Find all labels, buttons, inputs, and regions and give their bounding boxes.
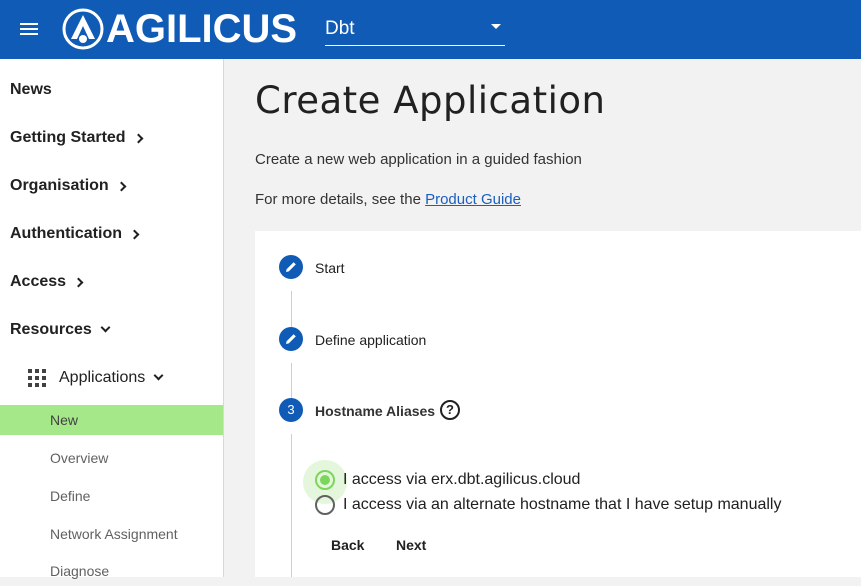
more-details-text: For more details, see the Product Guide [255, 191, 521, 208]
more-details-prefix: For more details, see the [255, 191, 426, 208]
nav-authentication[interactable]: Authentication [10, 225, 140, 243]
nav-organisation[interactable]: Organisation [10, 177, 127, 195]
nav-sub-overview[interactable]: Overview [0, 443, 223, 473]
chevron-right-icon [116, 181, 127, 191]
edit-pencil-icon [286, 262, 296, 272]
chevron-right-icon [133, 133, 144, 143]
step-3-label[interactable]: Hostname Aliases [315, 403, 435, 419]
nav-resources[interactable]: Resources [10, 321, 111, 339]
step-2-edit-icon[interactable] [279, 327, 303, 351]
nav-sub-define[interactable]: Define [0, 481, 223, 511]
nav-resources-label: Resources [10, 321, 92, 338]
nav-access-label: Access [10, 273, 67, 290]
radio-option-default-host-label: I access via erx.dbt.agilicus.cloud [343, 471, 581, 488]
nav-getting-started[interactable]: Getting Started [10, 129, 144, 147]
help-circle-icon[interactable]: ? [440, 400, 460, 420]
nav-getting-started-label: Getting Started [10, 129, 126, 146]
step-2-label[interactable]: Define application [315, 332, 426, 348]
nav-access[interactable]: Access [10, 273, 84, 291]
hamburger-menu-icon[interactable] [20, 20, 40, 36]
step-1-edit-icon[interactable] [279, 255, 303, 279]
radio-option-alternate-host[interactable]: I access via an alternate hostname that … [315, 495, 781, 515]
agilicus-logo-icon [62, 8, 104, 50]
brand-name: AGILICUS [106, 7, 298, 51]
main-content: Create Application Create a new web appl… [224, 59, 861, 577]
back-button[interactable]: Back [331, 537, 364, 553]
nav-sub-diagnose[interactable]: Diagnose [0, 556, 223, 586]
product-guide-link[interactable]: Product Guide [425, 191, 521, 208]
page-description: Create a new web application in a guided… [255, 151, 582, 168]
radio-option-alternate-host-label: I access via an alternate hostname that … [343, 496, 782, 513]
nav-applications-label: Applications [59, 369, 146, 386]
nav-sub-network-assignment[interactable]: Network Assignment [0, 519, 223, 549]
organisation-select[interactable]: Dbt [325, 12, 505, 46]
create-application-stepper: Start Define application 3 Hostname Alia… [255, 231, 861, 577]
chevron-down-icon [100, 322, 111, 333]
page-title: Create Application [255, 79, 606, 122]
nav-organisation-label: Organisation [10, 177, 109, 194]
radio-button-unchecked[interactable] [315, 495, 335, 515]
agilicus-logo[interactable]: AGILICUS [62, 8, 297, 50]
next-button[interactable]: Next [396, 537, 426, 553]
chevron-right-icon [129, 229, 140, 239]
sidebar: News Getting Started Organisation Authen… [0, 59, 224, 579]
organisation-select-value: Dbt [325, 18, 355, 39]
apps-grid-icon [28, 369, 46, 387]
step-1-label[interactable]: Start [315, 260, 345, 276]
step-connector [291, 434, 292, 577]
chevron-right-icon [73, 277, 84, 287]
nav-authentication-label: Authentication [10, 225, 122, 242]
nav-news[interactable]: News [10, 81, 52, 99]
edit-pencil-icon [286, 334, 296, 344]
chevron-down-icon [153, 370, 164, 381]
nav-sub-new[interactable]: New [0, 405, 223, 435]
nav-news-label: News [10, 81, 52, 98]
dropdown-caret-icon [491, 24, 501, 29]
step-connector [291, 363, 292, 398]
top-bar: AGILICUS Dbt [0, 0, 861, 59]
radio-option-default-host[interactable]: I access via erx.dbt.agilicus.cloud [315, 470, 580, 490]
nav-applications[interactable]: Applications [28, 369, 164, 387]
radio-button-checked[interactable] [315, 470, 335, 490]
step-3-number[interactable]: 3 [279, 398, 303, 422]
step-connector [291, 291, 292, 327]
